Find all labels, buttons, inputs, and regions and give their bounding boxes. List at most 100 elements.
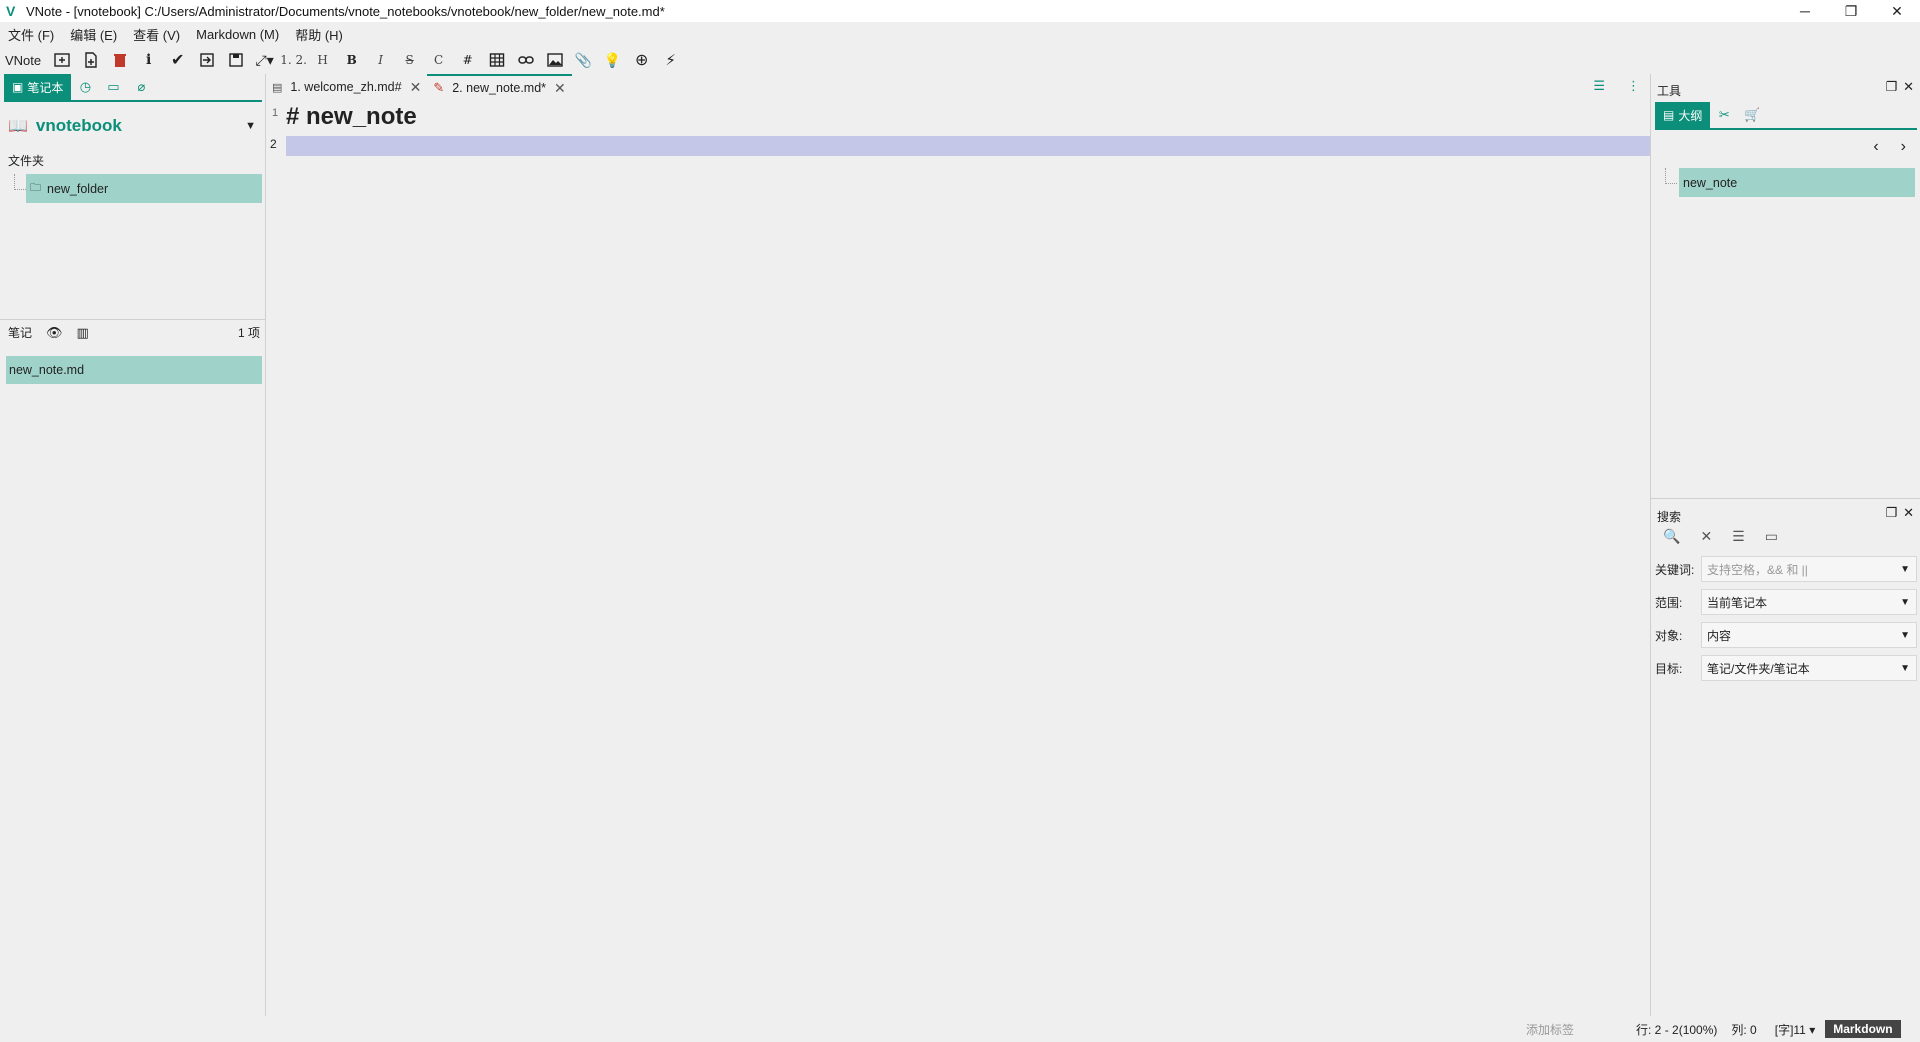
chevron-down-icon[interactable]: ▼: [1900, 597, 1910, 608]
keyword-label: 关键词:: [1655, 562, 1695, 577]
ordered-list-button[interactable]: 1. 2.: [279, 48, 308, 72]
target-label: 目标:: [1655, 661, 1683, 676]
tree-connector: [14, 174, 26, 190]
notebook-selector[interactable]: 📖 vnotebook ▼: [8, 114, 262, 138]
import-icon[interactable]: [192, 48, 221, 72]
scope-value: 当前笔记本: [1707, 595, 1768, 610]
notes-label: 笔记: [8, 326, 33, 340]
current-line-highlight[interactable]: [286, 136, 1650, 156]
info-icon[interactable]: i: [134, 48, 163, 72]
snippet-icon[interactable]: ✂: [1710, 102, 1738, 128]
cursor-position: 行: 2 - 2(100%): [1636, 1022, 1718, 1037]
minimize-button[interactable]: ─: [1782, 0, 1828, 22]
notes-count: 1 项: [237, 326, 260, 340]
lightbulb-icon[interactable]: 💡: [598, 48, 627, 72]
chevron-down-icon[interactable]: ▼: [1900, 663, 1910, 674]
close-icon[interactable]: ✕: [1903, 79, 1914, 95]
add-tag-button[interactable]: 添加标签: [1526, 1021, 1574, 1038]
help-icon[interactable]: ⊕: [627, 48, 656, 72]
tree-connector: [1665, 168, 1677, 184]
tag-icon[interactable]: ⌀: [127, 74, 155, 100]
tab-outline[interactable]: ▤ 大纲: [1655, 102, 1711, 128]
chevron-left-icon[interactable]: ‹: [1873, 138, 1878, 156]
window-title: VNote - [vnotebook] C:/Users/Administrat…: [26, 3, 665, 19]
note-item[interactable]: new_note.md: [6, 356, 262, 384]
keyword-row: 关键词: 支持空格，&& 和 || ▼: [1655, 556, 1917, 582]
object-select[interactable]: 内容 ▼: [1701, 622, 1917, 648]
clear-icon[interactable]: ✕: [1700, 528, 1712, 545]
float-icon[interactable]: ❐: [1885, 79, 1897, 95]
outline-nav: ‹ ›: [1873, 138, 1906, 156]
strikethrough-button[interactable]: S: [395, 48, 424, 72]
code-button[interactable]: C: [424, 48, 453, 72]
more-icon[interactable]: ⋮: [1627, 78, 1640, 94]
eye-icon[interactable]: 👁: [46, 325, 63, 341]
object-label: 对象:: [1655, 628, 1683, 643]
close-tab-icon[interactable]: ✕: [554, 80, 566, 97]
menu-view[interactable]: 查看 (V): [125, 25, 188, 44]
scope-label: 范围:: [1655, 595, 1683, 610]
menu-markdown[interactable]: Markdown (M): [188, 27, 287, 42]
new-notebook-icon[interactable]: [47, 48, 76, 72]
new-note-icon[interactable]: [76, 48, 105, 72]
tab-welcome[interactable]: ▤ 1. welcome_zh.md# ✕: [266, 74, 427, 100]
notebook-name: vnotebook: [35, 116, 122, 135]
check-icon[interactable]: ✔: [163, 48, 192, 72]
heading-button[interactable]: H: [308, 48, 337, 72]
status-bar: 添加标签 行: 2 - 2(100%) 列: 0 [字]11 ▾ Markdow…: [0, 1016, 1920, 1042]
tab-new-note[interactable]: ✎ 2. new_note.md* ✕: [427, 74, 572, 100]
italic-button[interactable]: I: [366, 48, 395, 72]
save-icon[interactable]: [221, 48, 250, 72]
chevron-down-icon[interactable]: ▼: [1900, 630, 1910, 641]
chevron-right-icon[interactable]: ›: [1901, 138, 1906, 156]
image-icon[interactable]: [540, 48, 569, 72]
delete-icon[interactable]: [105, 48, 134, 72]
float-icon[interactable]: ❐: [1885, 505, 1897, 521]
menu-help[interactable]: 帮助 (H): [287, 25, 351, 44]
lightning-icon[interactable]: ⚡: [656, 48, 685, 72]
list-icon[interactable]: ☰: [1593, 78, 1605, 94]
book-icon: 📖: [8, 118, 28, 135]
bold-button[interactable]: B: [337, 48, 366, 72]
word-count[interactable]: [字]11 ▾: [1775, 1021, 1815, 1038]
monitor-icon[interactable]: ▭: [1765, 528, 1778, 545]
menu-file[interactable]: 文件 (F): [0, 25, 62, 44]
target-select[interactable]: 笔记/文件夹/笔记本 ▼: [1701, 655, 1917, 681]
note-name: new_note.md: [9, 363, 85, 377]
app-logo: V: [6, 3, 16, 19]
chevron-down-icon[interactable]: ▼: [245, 120, 256, 132]
expand-icon[interactable]: ⤢▾: [250, 48, 279, 72]
editor-heading-line[interactable]: # new_note: [286, 103, 417, 131]
target-row: 目标: 笔记/文件夹/笔记本 ▼: [1655, 655, 1917, 681]
chevron-down-icon[interactable]: ▼: [1900, 564, 1910, 575]
outline-item-label: new_note: [1683, 175, 1738, 190]
search-title: 搜索: [1657, 510, 1682, 524]
restore-button[interactable]: ❐: [1828, 0, 1874, 22]
outline-item[interactable]: new_note: [1679, 168, 1915, 197]
scope-select[interactable]: 当前笔记本 ▼: [1701, 589, 1917, 615]
tag-button[interactable]: #: [453, 48, 482, 72]
menu-edit[interactable]: 编辑 (E): [62, 25, 125, 44]
tab-new-note-label: 2. new_note.md*: [452, 81, 547, 95]
cart-icon[interactable]: 🛒: [1738, 102, 1766, 128]
attachment-icon[interactable]: 📎: [569, 48, 598, 72]
folder-explorer-icon[interactable]: ▭: [99, 74, 127, 100]
options-icon[interactable]: ☰: [1732, 528, 1745, 545]
navigation-panel: ▣ 笔记本 ◷ ▭ ⌀ 📖 vnotebook ▼ 文件夹 🗀 new_fold…: [0, 74, 266, 1016]
close-button[interactable]: ✕: [1874, 0, 1920, 22]
table-icon[interactable]: [482, 48, 511, 72]
keyword-placeholder: 支持空格，&& 和 ||: [1707, 562, 1808, 577]
view-toggle-icon[interactable]: ▥: [77, 325, 89, 341]
keyword-input[interactable]: 支持空格，&& 和 || ▼: [1701, 556, 1917, 582]
close-icon[interactable]: ✕: [1903, 505, 1914, 521]
tab-notebook[interactable]: ▣ 笔记本: [4, 74, 72, 100]
link-icon[interactable]: [511, 48, 540, 72]
close-tab-icon[interactable]: ✕: [410, 79, 422, 96]
search-icon[interactable]: 🔍: [1663, 528, 1680, 545]
edit-pencil-icon: ✎: [433, 80, 445, 95]
folder-item[interactable]: 🗀 new_folder: [26, 174, 262, 203]
edit-mode-badge[interactable]: Markdown: [1825, 1020, 1901, 1038]
history-icon[interactable]: ◷: [71, 74, 99, 100]
folders-label: 文件夹: [8, 154, 45, 168]
search-actions: 🔍 ✕ ☰ ▭: [1663, 528, 1778, 545]
